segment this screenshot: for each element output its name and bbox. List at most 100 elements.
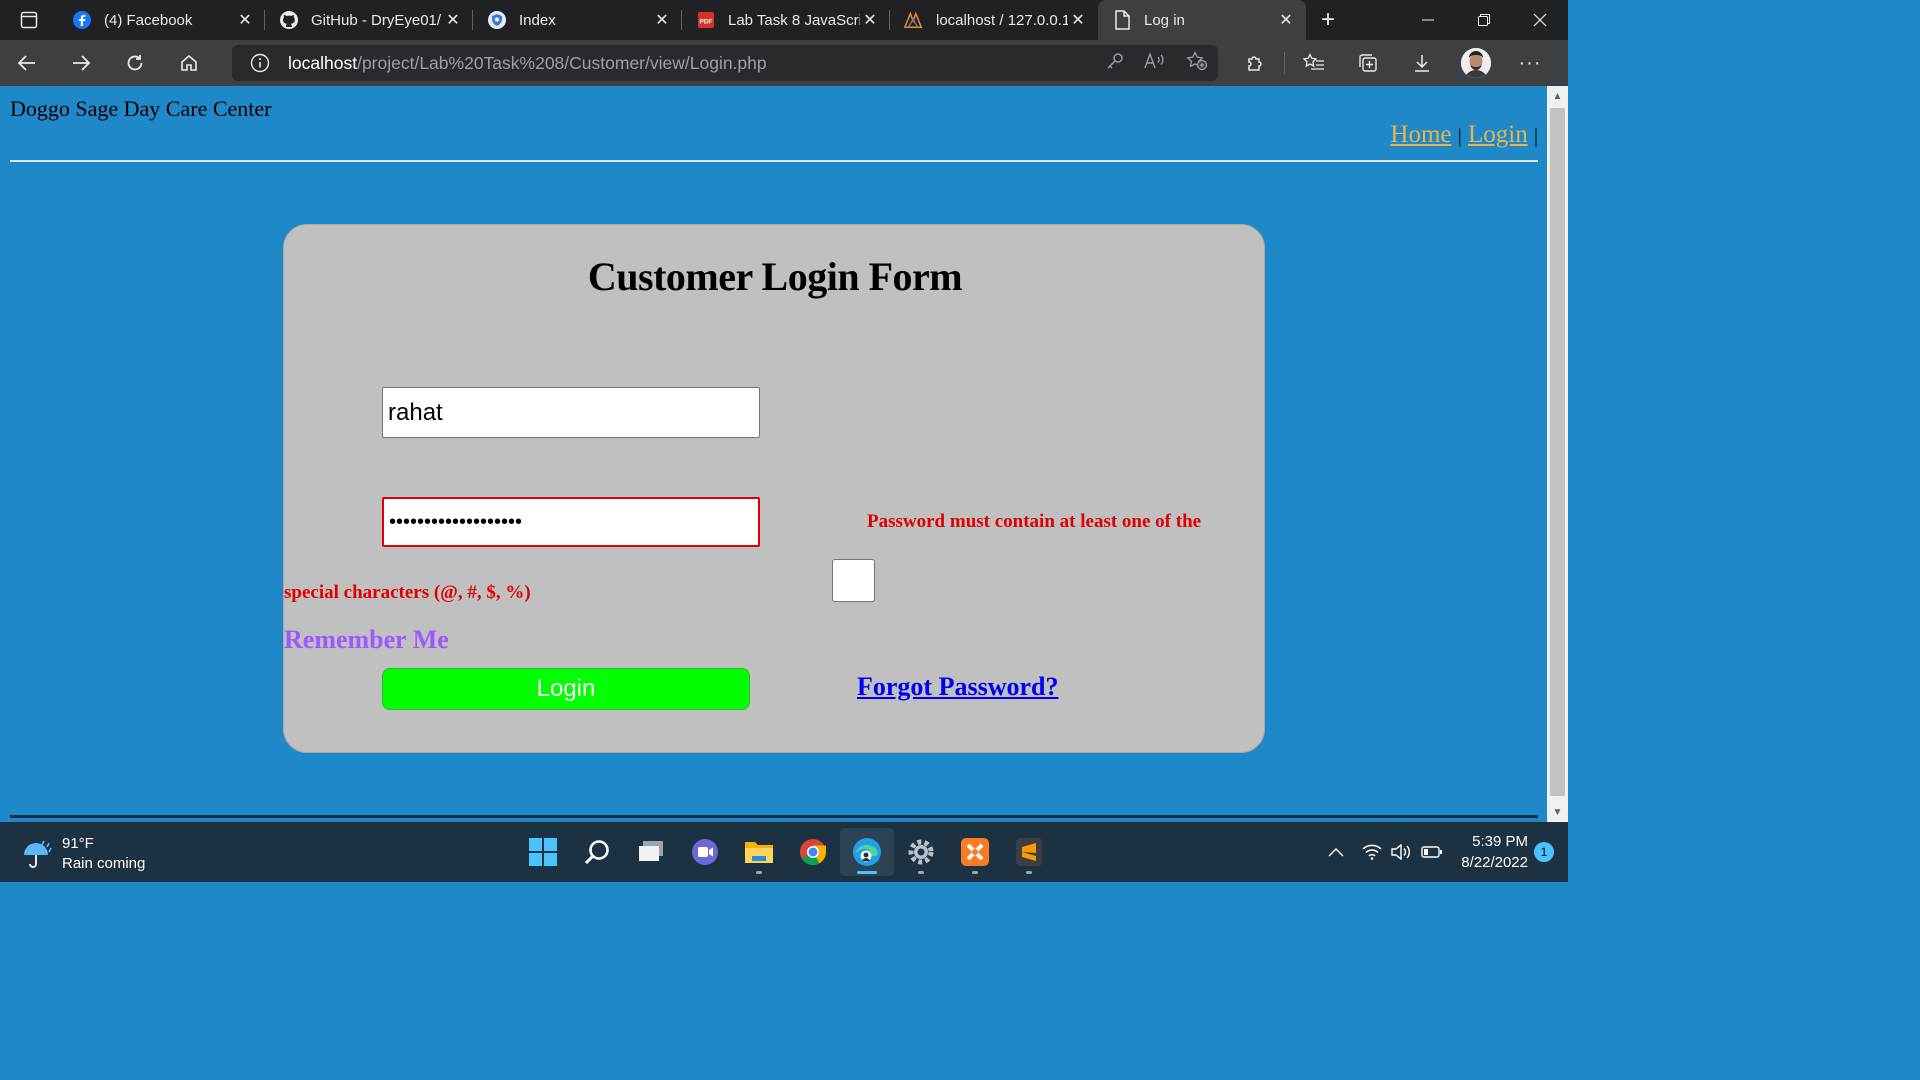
task-view-button[interactable] [624,828,678,876]
forward-arrow-icon [73,55,91,71]
profile-button[interactable] [1449,40,1503,86]
home-button[interactable] [162,40,216,86]
read-aloud-icon[interactable] [1144,51,1166,75]
scroll-up-icon[interactable]: ▲ [1547,86,1568,106]
refresh-button[interactable] [108,40,162,86]
clock[interactable]: 5:39 PM 8/22/2022 [1461,831,1528,873]
volume-icon[interactable] [1387,844,1417,860]
wifi-icon[interactable] [1357,844,1387,860]
remember-me-checkbox[interactable] [832,559,875,602]
file-explorer-button[interactable] [732,828,786,876]
site-title: Doggo Sage Day Care Center [10,96,272,121]
teams-chat-button[interactable] [678,828,732,876]
password-value: ••••••••••••••••••• [389,510,523,533]
nav-separator: | [1457,125,1462,147]
page-content: Doggo Sage Day Care Center Home | Login … [0,86,1547,821]
tab-phpmyadmin[interactable]: localhost / 127.0.0.1 ✕ [890,0,1098,40]
settings-button[interactable] [894,828,948,876]
more-icon: ··· [1518,51,1542,74]
close-icon[interactable]: ✕ [1068,10,1088,30]
tab-login[interactable]: Log in ✕ [1098,0,1306,40]
scroll-down-icon[interactable]: ▼ [1547,802,1568,822]
chrome-button[interactable] [786,828,840,876]
extensions-button[interactable] [1228,40,1282,86]
refresh-icon [127,55,143,71]
weather-widget[interactable]: 91°F Rain coming [20,834,145,874]
close-icon[interactable]: ✕ [652,10,672,30]
download-icon [1415,55,1429,72]
edge-button[interactable] [840,828,894,876]
nav-home-link[interactable]: Home [1390,121,1451,148]
login-card: Customer Login Form rahat ••••••••••••••… [283,224,1265,753]
close-icon [1533,13,1547,27]
remember-me-label: Remember Me [284,625,449,654]
xampp-icon [961,838,989,866]
tab-actions-icon [20,11,38,29]
favorites-button[interactable] [1287,40,1341,86]
page-icon [1112,10,1132,30]
minimize-icon [1422,19,1434,21]
nav-separator: | [1533,125,1538,147]
top-nav: Home | Login | [1390,121,1538,149]
pdf-icon: PDF [696,10,716,30]
windows-taskbar: 91°F Rain coming 5:39 PM 8/22/2022 1 [0,822,1568,882]
close-icon[interactable]: ✕ [860,10,880,30]
close-window-button[interactable] [1512,0,1568,40]
url-text[interactable]: localhost/project/Lab%20Task%208/Custome… [288,53,767,74]
battery-icon[interactable] [1417,846,1447,858]
notification-badge[interactable]: 1 [1534,842,1554,862]
window-controls [1400,0,1568,40]
edge-icon [853,838,881,866]
close-icon[interactable]: ✕ [235,10,255,30]
search-button[interactable] [570,828,624,876]
collections-button[interactable] [1341,40,1395,86]
tab-facebook[interactable]: (4) Facebook ✕ [58,0,265,40]
weather-temp: 91°F [62,835,94,852]
back-button[interactable] [0,40,54,86]
url-path: /project/Lab%20Task%208/Customer/view/Lo… [357,52,767,73]
minimize-button[interactable] [1400,0,1456,40]
key-icon[interactable] [1106,52,1124,75]
umbrella-rain-icon [24,840,52,868]
login-button[interactable]: Login [382,668,750,710]
header-divider [10,160,1538,162]
new-tab-button[interactable]: + [1306,0,1350,40]
tab-github[interactable]: GitHub - DryEye01/ ✕ [265,0,473,40]
plus-icon: + [1320,6,1335,33]
nav-login-link[interactable]: Login [1468,121,1528,148]
restore-button[interactable] [1456,0,1512,40]
tab-title: Log in [1144,11,1185,29]
form-heading: Customer Login Form [587,254,963,299]
sublime-text-button[interactable] [1002,828,1056,876]
scroll-thumb[interactable] [1550,108,1565,796]
tab-lab-task[interactable]: PDF Lab Task 8 JavaScrip ✕ [682,0,890,40]
tab-index[interactable]: Index ✕ [473,0,682,40]
footer-divider [10,815,1538,818]
vertical-scrollbar[interactable]: ▲ ▼ [1547,86,1568,822]
back-arrow-icon [17,55,35,71]
forgot-password-link[interactable]: Forgot Password? [857,672,1058,702]
downloads-button[interactable] [1395,40,1449,86]
weather-desc: Rain coming [62,855,146,872]
start-button[interactable] [516,828,570,876]
tab-title: Lab Task 8 JavaScrip [728,11,860,29]
xampp-button[interactable] [948,828,1002,876]
settings-more-button[interactable]: ··· [1503,40,1557,86]
settings-gear-icon [908,839,934,865]
tab-actions-button[interactable] [0,0,58,40]
password-input[interactable]: ••••••••••••••••••• [382,497,760,547]
facebook-icon [72,10,92,30]
username-input[interactable]: rahat [382,387,760,438]
clock-date: 8/22/2022 [1461,854,1528,871]
forward-button[interactable] [54,40,108,86]
tab-title: localhost / 127.0.0.1 [936,11,1068,29]
address-bar[interactable]: localhost/project/Lab%20Task%208/Custome… [232,45,1218,81]
close-icon[interactable]: ✕ [1276,10,1296,30]
add-favorite-icon[interactable] [1186,50,1208,76]
password-error-line-1: Password must contain at least one of th… [867,511,1202,532]
start-icon [529,838,557,866]
close-icon[interactable]: ✕ [443,10,463,30]
browser-tab-strip: (4) Facebook ✕ GitHub - DryEye01/ ✕ Inde… [0,0,1568,40]
chevron-up-icon[interactable] [1321,847,1351,857]
site-info-button[interactable] [232,53,288,73]
